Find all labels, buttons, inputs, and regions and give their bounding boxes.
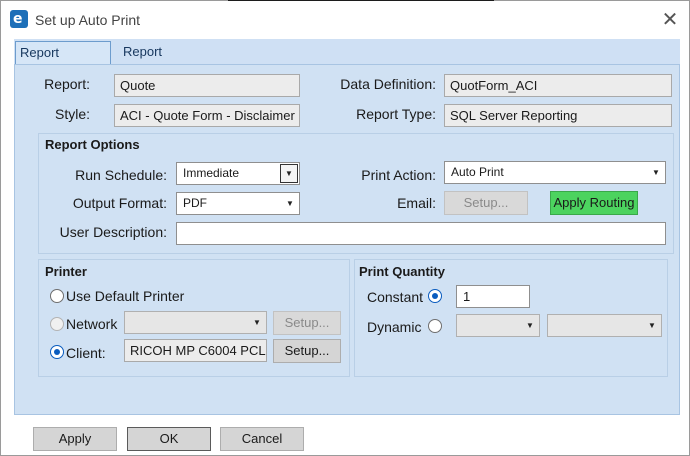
print-action-dropdown[interactable]: Auto Print ▼ xyxy=(444,161,666,184)
constant-quantity-input[interactable]: 1 xyxy=(456,285,530,308)
output-format-label: Output Format: xyxy=(72,195,167,211)
chevron-down-icon: ▼ xyxy=(652,168,660,177)
client-setup-button[interactable]: Setup... xyxy=(273,339,341,363)
chevron-down-icon: ▼ xyxy=(286,199,294,208)
constant-label: Constant xyxy=(367,289,424,305)
print-quantity-title: Print Quantity xyxy=(359,264,445,279)
cancel-button[interactable]: Cancel xyxy=(220,427,304,451)
network-radio[interactable] xyxy=(50,317,64,331)
report-options-title: Report Options xyxy=(45,137,140,152)
run-schedule-dropdown[interactable]: Immediate ▼ xyxy=(176,162,300,185)
chevron-down-icon: ▼ xyxy=(253,318,261,327)
window-title: Set up Auto Print xyxy=(35,12,141,28)
tab-report-parameters[interactable]: Report Parameters xyxy=(119,41,235,81)
tab-strip xyxy=(14,39,680,64)
apply-button[interactable]: Apply xyxy=(33,427,117,451)
report-type-field: SQL Server Reporting xyxy=(444,104,672,127)
app-logo-icon: e xyxy=(10,10,28,28)
report-field: Quote xyxy=(114,74,300,97)
close-icon[interactable]: ✕ xyxy=(660,9,680,29)
tab-report-options[interactable]: Report Options xyxy=(15,41,111,82)
user-description-label: User Description: xyxy=(59,224,167,240)
network-label: Network xyxy=(66,316,118,332)
chevron-down-icon: ▼ xyxy=(526,321,534,330)
report-label: Report: xyxy=(44,76,90,92)
use-default-printer-radio[interactable] xyxy=(50,289,64,303)
user-description-input[interactable] xyxy=(176,222,666,245)
dynamic-field-dropdown[interactable]: ▼ xyxy=(456,314,540,337)
chevron-down-icon: ▼ xyxy=(280,164,298,183)
style-field: ACI - Quote Form - Disclaimer xyxy=(114,104,300,127)
use-default-printer-label: Use Default Printer xyxy=(66,288,185,304)
printer-title: Printer xyxy=(45,264,87,279)
dynamic-field2-dropdown[interactable]: ▼ xyxy=(547,314,662,337)
dynamic-label: Dynamic xyxy=(367,319,422,335)
output-format-value: PDF xyxy=(183,196,207,210)
email-label: Email: xyxy=(397,195,436,211)
run-schedule-value: Immediate xyxy=(183,166,240,180)
constant-radio[interactable] xyxy=(428,289,442,303)
apply-routing-button[interactable]: Apply Routing xyxy=(550,191,638,215)
network-printer-dropdown[interactable]: ▼ xyxy=(124,311,267,334)
chevron-down-icon: ▼ xyxy=(648,321,656,330)
data-definition-label: Data Definition: xyxy=(340,76,436,92)
client-radio[interactable] xyxy=(50,345,64,359)
client-label: Client: xyxy=(66,345,106,361)
client-printer-field: RICOH MP C6004 PCL xyxy=(124,339,267,362)
run-schedule-label: Run Schedule: xyxy=(75,167,167,183)
report-type-label: Report Type: xyxy=(356,106,436,122)
email-setup-button[interactable]: Setup... xyxy=(444,191,528,215)
ok-button[interactable]: OK xyxy=(127,427,211,451)
print-action-value: Auto Print xyxy=(451,165,504,179)
print-action-label: Print Action: xyxy=(361,167,436,183)
network-setup-button[interactable]: Setup... xyxy=(273,311,341,335)
data-definition-field: QuotForm_ACI xyxy=(444,74,672,97)
style-label: Style: xyxy=(54,106,90,122)
dynamic-radio[interactable] xyxy=(428,319,442,333)
output-format-dropdown[interactable]: PDF ▼ xyxy=(176,192,300,215)
